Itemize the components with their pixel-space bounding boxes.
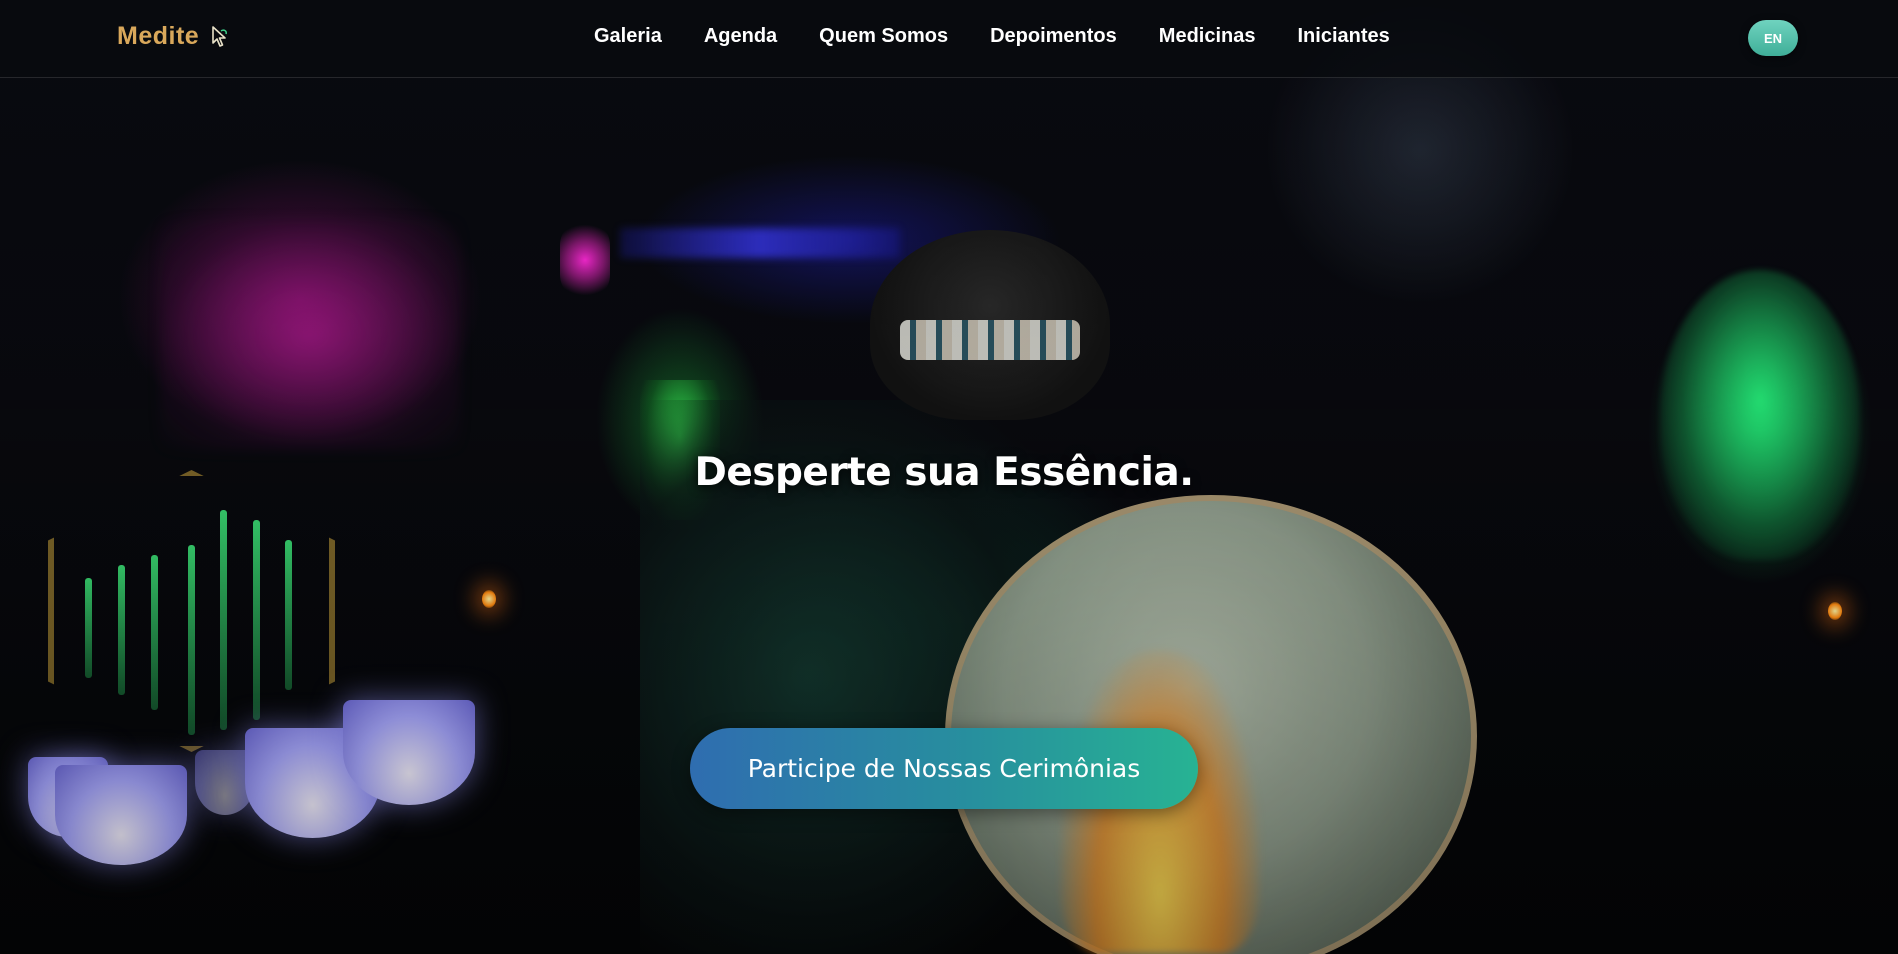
- language-toggle-button[interactable]: EN: [1748, 20, 1798, 56]
- nav-link-medicinas[interactable]: Medicinas: [1159, 25, 1256, 48]
- hero-title: Desperte sua Essência.: [694, 450, 1194, 495]
- main-nav: Galeria Agenda Quem Somos Depoimentos Me…: [594, 25, 1390, 48]
- logo-text: Medite: [117, 22, 200, 50]
- nav-link-depoimentos[interactable]: Depoimentos: [990, 25, 1117, 48]
- nav-link-galeria[interactable]: Galeria: [594, 25, 662, 48]
- logo[interactable]: Medite: [117, 22, 229, 51]
- site-header: Medite Galeria Agenda Quem Somos Depoime…: [0, 0, 1898, 78]
- nav-link-agenda[interactable]: Agenda: [704, 25, 777, 48]
- hero-page: Medite Galeria Agenda Quem Somos Depoime…: [0, 0, 1898, 954]
- pointer-leaf-icon: [209, 25, 229, 49]
- nav-link-quem-somos[interactable]: Quem Somos: [819, 25, 948, 48]
- join-ceremonies-button[interactable]: Participe de Nossas Cerimônias: [690, 728, 1198, 809]
- nav-link-iniciantes[interactable]: Iniciantes: [1297, 25, 1389, 48]
